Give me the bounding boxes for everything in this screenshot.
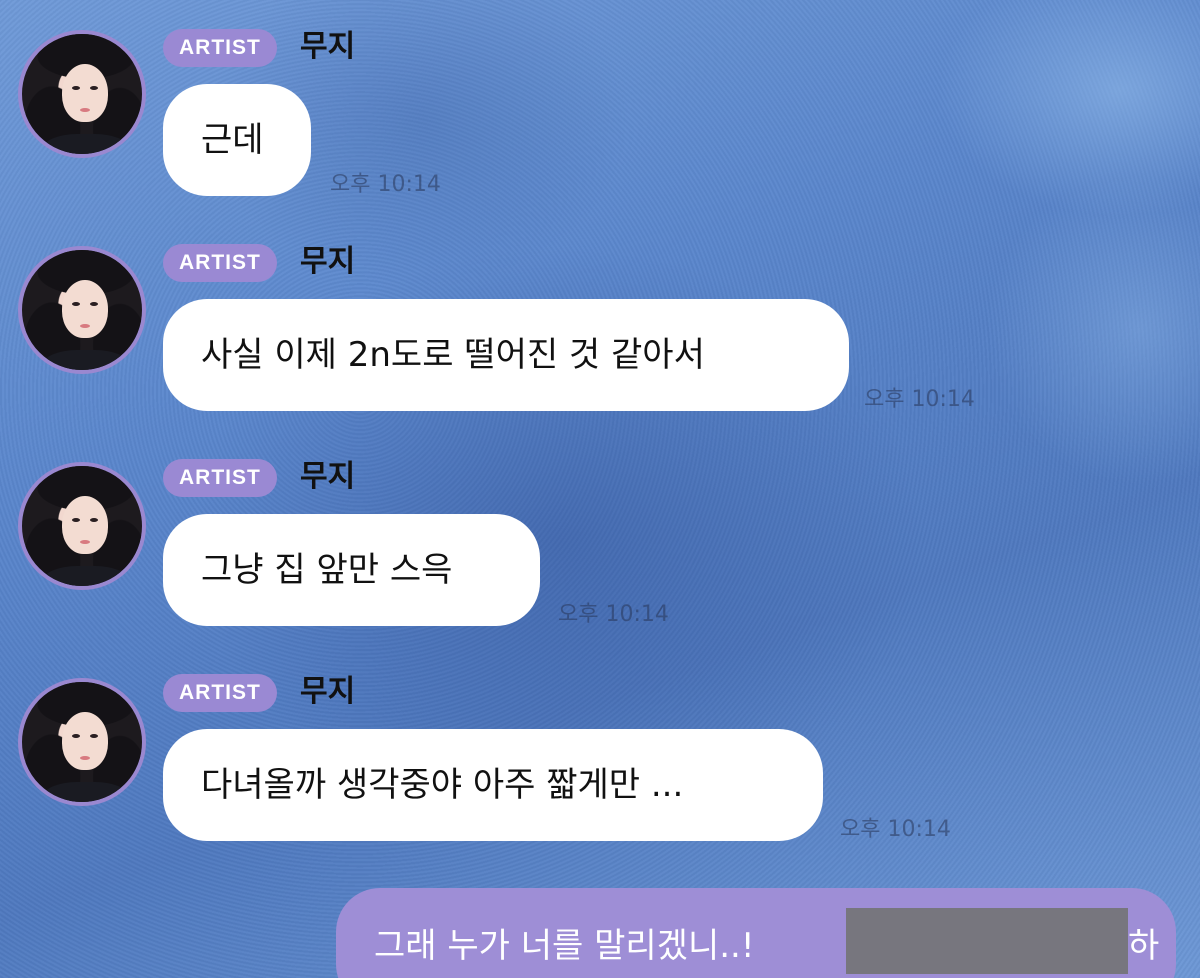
message-bubble[interactable]: 사실 이제 2n도로 떨어진 것 같아서 (163, 299, 849, 411)
message-time: 오후 10:14 (558, 602, 669, 627)
my-message-text: 그래 누가 너를 말리겠니..! (374, 926, 755, 966)
my-message-text-tail: 하 (1128, 926, 1160, 966)
artist-badge: ARTIST (163, 244, 277, 282)
artist-badge: ARTIST (163, 674, 277, 712)
message-time: 오후 10:14 (330, 172, 441, 197)
avatar[interactable] (18, 30, 146, 158)
sender-name: 무지 (300, 459, 356, 494)
redacted-block (846, 908, 1128, 974)
sender-name: 무지 (300, 244, 356, 279)
message-bubble[interactable]: 그냥 집 앞만 스윽 (163, 514, 540, 626)
avatar[interactable] (18, 462, 146, 590)
sender-name: 무지 (300, 674, 356, 709)
message-bubble[interactable]: 근데 (163, 84, 311, 196)
message-time: 오후 10:14 (840, 817, 951, 842)
message-time: 오후 10:14 (864, 387, 975, 412)
avatar[interactable] (18, 246, 146, 374)
sender-name: 무지 (300, 29, 356, 64)
message-bubble[interactable]: 다녀올까 생각중야 아주 짧게만 ... (163, 729, 823, 841)
artist-badge: ARTIST (163, 459, 277, 497)
artist-badge: ARTIST (163, 29, 277, 67)
avatar[interactable] (18, 678, 146, 806)
